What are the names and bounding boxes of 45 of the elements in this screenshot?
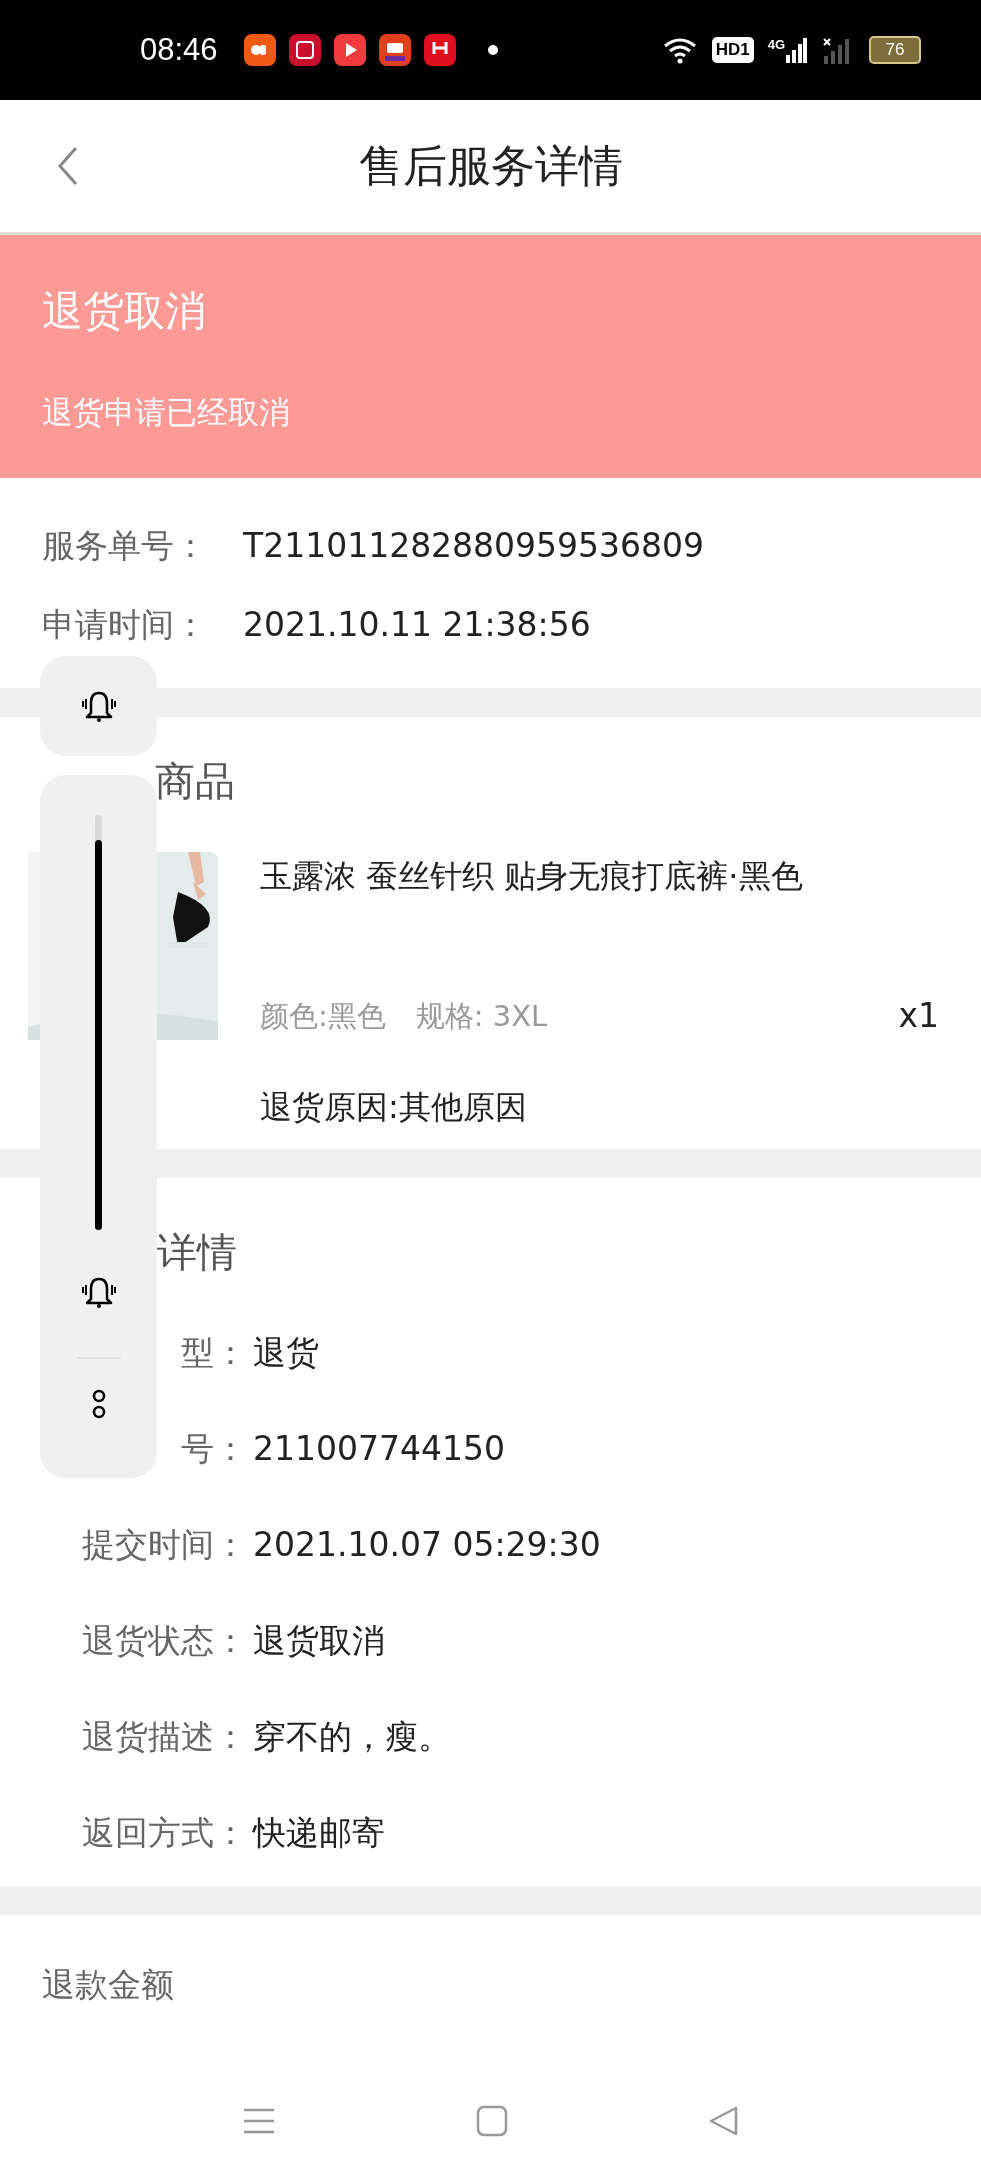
field-label: 退货描述：: [81, 1717, 247, 1757]
notification-dot-icon: [486, 44, 499, 56]
page-title: 售后服务详情: [358, 138, 623, 193]
field-label: 退款金额: [42, 1965, 175, 2005]
field-value: 211007744150: [253, 1429, 505, 1469]
bell-icon: [80, 689, 117, 723]
product-name: 玉露浓 蚕丝针织 贴身无痕打底裤·黑色: [260, 856, 804, 897]
bell-icon: [80, 1275, 117, 1309]
section-title: 商品: [154, 757, 235, 805]
field-label: 返回方式：: [81, 1813, 247, 1853]
app-icon: [423, 34, 456, 66]
network-badge: HD1: [711, 37, 754, 63]
field-label: 提交时间：: [81, 1525, 247, 1565]
field-label: 服务单号：: [42, 526, 208, 566]
field-label: 号：: [180, 1429, 247, 1469]
app-icon: [333, 34, 366, 66]
section-title: 详情: [156, 1228, 237, 1276]
app-icon: [243, 34, 276, 66]
field-label: 申请时间：: [42, 605, 208, 645]
status-subtitle: 退货申请已经取消: [42, 393, 291, 432]
back-icon: [56, 146, 80, 186]
return-reason: 退货原因:其他原因: [260, 1087, 528, 1127]
menu-icon[interactable]: [241, 2107, 276, 2135]
field-value: 2021.10.07 05:29:30: [253, 1525, 601, 1565]
field-value: 快递邮寄: [253, 1813, 385, 1853]
battery-level: 76: [885, 40, 905, 60]
field-value: 2021.10.11 21:38:56: [243, 605, 591, 645]
more-icon: [90, 1389, 107, 1419]
product-quantity: x1: [898, 996, 939, 1036]
field-label: 型：: [180, 1333, 247, 1373]
clock: 08:46: [140, 32, 218, 68]
field-value: 退货取消: [253, 1621, 385, 1661]
app-icon: [288, 34, 321, 66]
home-icon[interactable]: [475, 2105, 508, 2137]
signal-icon: [785, 37, 807, 63]
back-triangle-icon[interactable]: [707, 2105, 740, 2137]
app-icon: [378, 34, 411, 66]
product-color: 颜色:黑色: [260, 998, 386, 1035]
field-value: 穿不的，瘦。: [253, 1717, 451, 1757]
network-label: 4G: [767, 37, 785, 52]
field-label: 退货状态：: [81, 1621, 247, 1661]
status-title: 退货取消: [42, 286, 207, 337]
field-value: 退货: [253, 1333, 319, 1373]
product-size: 规格: 3XL: [415, 998, 548, 1035]
field-value: T211011282880959536809: [243, 526, 705, 566]
